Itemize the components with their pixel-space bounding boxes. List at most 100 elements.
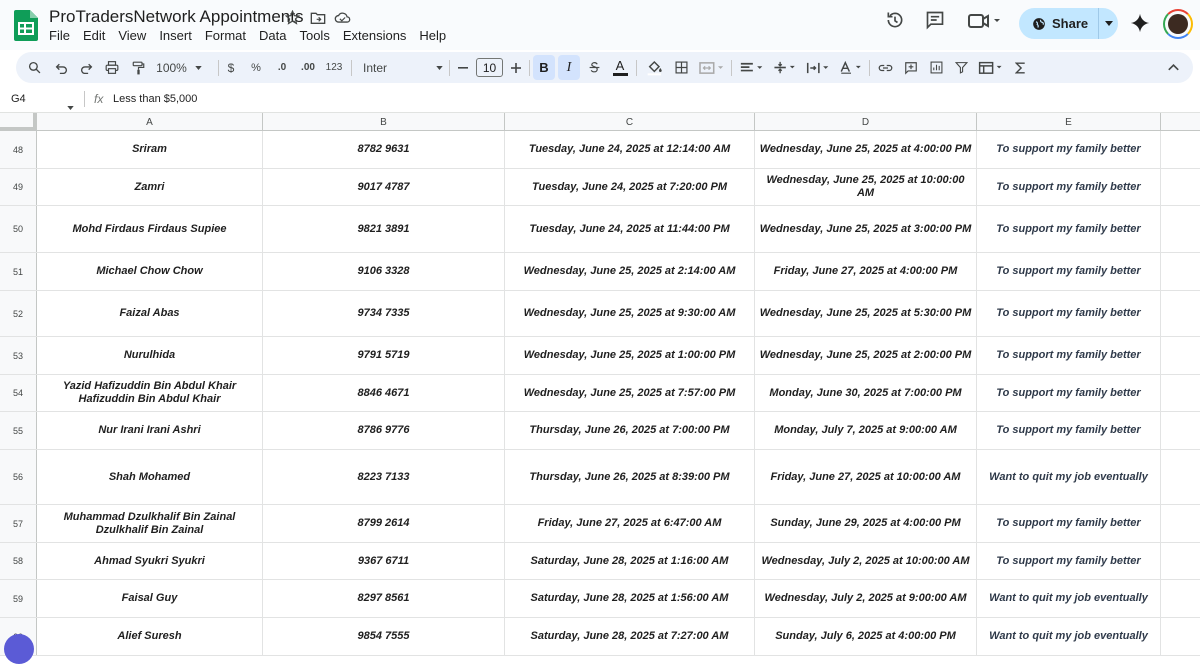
- column-header-a[interactable]: A: [37, 113, 263, 131]
- insert-chart-icon[interactable]: [925, 52, 947, 83]
- cell-a[interactable]: Ahmad Syukri Syukri: [37, 543, 263, 579]
- insert-link-icon[interactable]: [874, 52, 896, 83]
- cell-d[interactable]: Friday, June 27, 2025 at 10:00:00 AM: [755, 450, 977, 504]
- collapse-toolbar-icon[interactable]: [1163, 52, 1183, 83]
- cell-b[interactable]: 9367 6711: [263, 543, 505, 579]
- cell-f[interactable]: [1161, 618, 1200, 655]
- cell-b[interactable]: 8223 7133: [263, 450, 505, 504]
- row-header[interactable]: 53: [0, 337, 37, 374]
- name-box[interactable]: G4: [11, 93, 26, 105]
- column-header-e[interactable]: E: [977, 113, 1161, 131]
- cell-c[interactable]: Wednesday, June 25, 2025 at 1:00:00 PM: [505, 337, 755, 374]
- cell-a[interactable]: Faizal Abas: [37, 291, 263, 336]
- cell-a[interactable]: Faisal Guy: [37, 580, 263, 617]
- cell-c[interactable]: Tuesday, June 24, 2025 at 12:14:00 AM: [505, 131, 755, 168]
- cell-d[interactable]: Wednesday, June 25, 2025 at 2:00:00 PM: [755, 337, 977, 374]
- cell-d[interactable]: Sunday, July 6, 2025 at 4:00:00 PM: [755, 618, 977, 655]
- row-header[interactable]: 50: [0, 206, 37, 252]
- cell-a[interactable]: Nur Irani Irani Ashri: [37, 412, 263, 449]
- menu-help[interactable]: Help: [419, 28, 446, 43]
- text-rotation-icon[interactable]: [836, 52, 866, 83]
- row-header[interactable]: 52: [0, 291, 37, 336]
- cell-f[interactable]: [1161, 412, 1200, 449]
- document-title[interactable]: ProTradersNetwork Appointments: [49, 7, 303, 27]
- cell-e[interactable]: To support my family better: [977, 253, 1161, 290]
- account-avatar[interactable]: [1163, 9, 1193, 39]
- row-header[interactable]: 59: [0, 580, 37, 617]
- cell-f[interactable]: [1161, 253, 1200, 290]
- formula-input[interactable]: Less than $5,000: [113, 93, 197, 105]
- cell-b[interactable]: 9017 4787: [263, 169, 505, 205]
- cloud-saved-icon[interactable]: [334, 9, 351, 26]
- print-icon[interactable]: [102, 52, 122, 83]
- cell-e[interactable]: To support my family better: [977, 375, 1161, 411]
- share-button[interactable]: Share: [1019, 8, 1118, 39]
- horizontal-align-icon[interactable]: [737, 52, 767, 83]
- cell-f[interactable]: [1161, 580, 1200, 617]
- font-size-input[interactable]: 10: [476, 58, 503, 77]
- cell-e[interactable]: Want to quit my job eventually: [977, 618, 1161, 655]
- select-all-corner[interactable]: [0, 113, 37, 131]
- text-wrapping-icon[interactable]: [803, 52, 833, 83]
- cell-e[interactable]: To support my family better: [977, 291, 1161, 336]
- row-header[interactable]: 48: [0, 131, 37, 168]
- history-icon[interactable]: [885, 10, 905, 35]
- row-header[interactable]: 57: [0, 505, 37, 542]
- cell-e[interactable]: Want to quit my job eventually: [977, 450, 1161, 504]
- cell-c[interactable]: Thursday, June 26, 2025 at 7:00:00 PM: [505, 412, 755, 449]
- font-family-select[interactable]: Inter: [359, 52, 443, 83]
- cell-a[interactable]: Mohd Firdaus Firdaus Supiee: [37, 206, 263, 252]
- cell-a[interactable]: Zamri: [37, 169, 263, 205]
- menu-edit[interactable]: Edit: [83, 28, 105, 43]
- column-header-d[interactable]: D: [755, 113, 977, 131]
- menu-extensions[interactable]: Extensions: [343, 28, 407, 43]
- cell-f[interactable]: [1161, 543, 1200, 579]
- strikethrough-icon[interactable]: [584, 52, 604, 83]
- cell-e[interactable]: To support my family better: [977, 412, 1161, 449]
- cell-a[interactable]: Nurulhida: [37, 337, 263, 374]
- row-header[interactable]: 55: [0, 412, 37, 449]
- column-header-c[interactable]: C: [505, 113, 755, 131]
- cell-f[interactable]: [1161, 169, 1200, 205]
- search-menus-icon[interactable]: [24, 52, 44, 83]
- decrease-font-size-icon[interactable]: [454, 52, 472, 83]
- cell-a[interactable]: Muhammad Dzulkhalif Bin Zainal Dzulkhali…: [37, 505, 263, 542]
- cell-b[interactable]: 9791 5719: [263, 337, 505, 374]
- cell-a[interactable]: Shah Mohamed: [37, 450, 263, 504]
- cell-f[interactable]: [1161, 505, 1200, 542]
- cell-c[interactable]: Wednesday, June 25, 2025 at 9:30:00 AM: [505, 291, 755, 336]
- cell-c[interactable]: Tuesday, June 24, 2025 at 7:20:00 PM: [505, 169, 755, 205]
- star-icon[interactable]: [284, 9, 301, 26]
- text-color-button[interactable]: A: [610, 52, 630, 83]
- cell-d[interactable]: Monday, July 7, 2025 at 9:00:00 AM: [755, 412, 977, 449]
- column-header-b[interactable]: B: [263, 113, 505, 131]
- meet-video-icon[interactable]: [968, 13, 1002, 34]
- filter-icon[interactable]: [950, 52, 972, 83]
- cell-a[interactable]: Yazid Hafizuddin Bin Abdul Khair Hafizud…: [37, 375, 263, 411]
- cell-e[interactable]: To support my family better: [977, 337, 1161, 374]
- cell-b[interactable]: 8799 2614: [263, 505, 505, 542]
- cell-a[interactable]: Alief Suresh: [37, 618, 263, 655]
- cell-b[interactable]: 8297 8561: [263, 580, 505, 617]
- cell-e[interactable]: To support my family better: [977, 543, 1161, 579]
- cell-d[interactable]: Wednesday, June 25, 2025 at 5:30:00 PM: [755, 291, 977, 336]
- undo-icon[interactable]: [51, 52, 71, 83]
- insert-comment-icon[interactable]: [900, 52, 922, 83]
- increase-decimal-button[interactable]: .00: [297, 52, 319, 83]
- menu-view[interactable]: View: [118, 28, 146, 43]
- comments-icon[interactable]: [925, 10, 945, 35]
- cell-a[interactable]: Michael Chow Chow: [37, 253, 263, 290]
- floating-action-button[interactable]: [4, 634, 34, 664]
- more-formats-button[interactable]: 123: [324, 52, 344, 83]
- column-header-f[interactable]: [1161, 113, 1200, 131]
- format-currency-button[interactable]: $: [222, 52, 240, 83]
- decrease-decimal-button[interactable]: .0: [272, 52, 292, 83]
- cell-d[interactable]: Sunday, June 29, 2025 at 4:00:00 PM: [755, 505, 977, 542]
- menu-insert[interactable]: Insert: [159, 28, 192, 43]
- cell-d[interactable]: Friday, June 27, 2025 at 4:00:00 PM: [755, 253, 977, 290]
- cell-d[interactable]: Wednesday, June 25, 2025 at 10:00:00 AM: [755, 169, 977, 205]
- cell-b[interactable]: 8846 4671: [263, 375, 505, 411]
- menu-data[interactable]: Data: [259, 28, 286, 43]
- cell-b[interactable]: 8786 9776: [263, 412, 505, 449]
- cell-f[interactable]: [1161, 131, 1200, 168]
